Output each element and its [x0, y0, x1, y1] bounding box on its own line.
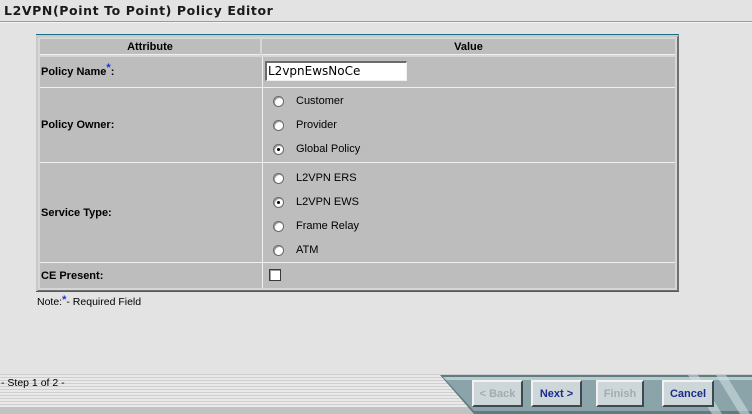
service-type-label: Service Type:	[41, 206, 112, 219]
radio-customer[interactable]	[273, 95, 284, 107]
radio-frame-relay[interactable]	[273, 220, 284, 232]
column-header-value: Value	[262, 39, 675, 55]
ce-present-value-cell	[262, 263, 675, 288]
radio-l2vpn-ers[interactable]	[273, 172, 284, 184]
required-mark: *	[106, 62, 111, 74]
next-button[interactable]: Next >	[531, 380, 582, 407]
radio-global-policy[interactable]	[273, 143, 284, 155]
step-indicator: - Step 1 of 2 -	[1, 377, 65, 389]
back-button[interactable]: < Back	[472, 380, 523, 407]
note-prefix: Note:	[37, 296, 63, 308]
policy-name-value-cell: L2vpnEwsNoCe	[262, 57, 675, 87]
wizard-button-panel: < Back Next > Finish Cancel	[440, 375, 752, 414]
owner-option-provider-label: Provider	[296, 119, 337, 131]
service-option-atm[interactable]: ATM	[273, 243, 318, 257]
service-type-row: Service Type: L2VPN ERS L2VPN EWS Frame …	[40, 162, 675, 262]
note-required-mark: *	[62, 294, 67, 306]
service-option-l2vpn-ews[interactable]: L2VPN EWS	[273, 195, 359, 209]
radio-atm[interactable]	[273, 244, 284, 256]
policy-name-label-text: Policy Name	[41, 66, 107, 78]
policy-name-input[interactable]: L2vpnEwsNoCe	[265, 61, 407, 81]
note-suffix: - Required Field	[66, 296, 142, 308]
table-accent-bottom	[36, 291, 679, 292]
policy-name-colon: :	[110, 66, 115, 78]
service-option-frame-relay[interactable]: Frame Relay	[273, 219, 359, 233]
policy-name-label: Policy Name *:	[41, 57, 261, 87]
title-divider-highlight	[0, 22, 752, 23]
service-option-l2vpn-ers-label: L2VPN ERS	[296, 172, 357, 184]
policy-name-row: Policy Name *: L2vpnEwsNoCe	[40, 57, 675, 87]
service-option-l2vpn-ers[interactable]: L2VPN ERS	[273, 171, 357, 185]
service-option-frame-relay-label: Frame Relay	[296, 220, 359, 232]
cancel-button[interactable]: Cancel	[662, 380, 714, 407]
owner-option-provider[interactable]: Provider	[273, 118, 337, 132]
policy-owner-row: Policy Owner: Customer Provider Global P…	[40, 87, 675, 162]
policy-attributes-table: Attribute Value Policy Name *: L2vpnEwsNo…	[36, 35, 679, 292]
owner-option-customer-label: Customer	[296, 95, 344, 107]
policy-owner-value-cell: Customer Provider Global Policy	[262, 88, 675, 162]
owner-option-global-policy[interactable]: Global Policy	[273, 142, 360, 156]
service-option-atm-label: ATM	[296, 244, 319, 256]
column-header-attribute: Attribute	[40, 39, 260, 55]
required-field-note: Note:*- Required Field	[37, 294, 142, 308]
service-option-l2vpn-ews-label: L2VPN EWS	[296, 196, 359, 208]
page-title: L2VPN(Point To Point) Policy Editor	[4, 3, 274, 18]
policy-owner-label: Policy Owner:	[41, 119, 115, 131]
ce-present-row: CE Present:	[40, 262, 675, 288]
ce-present-checkbox[interactable]	[269, 269, 281, 281]
ce-present-label: CE Present:	[41, 269, 104, 282]
finish-button[interactable]: Finish	[596, 380, 644, 407]
owner-option-global-policy-label: Global Policy	[296, 143, 361, 155]
radio-provider[interactable]	[273, 119, 284, 131]
service-type-value-cell: L2VPN ERS L2VPN EWS Frame Relay ATM	[262, 163, 675, 262]
radio-l2vpn-ews[interactable]	[273, 196, 284, 208]
owner-option-customer[interactable]: Customer	[273, 94, 344, 108]
